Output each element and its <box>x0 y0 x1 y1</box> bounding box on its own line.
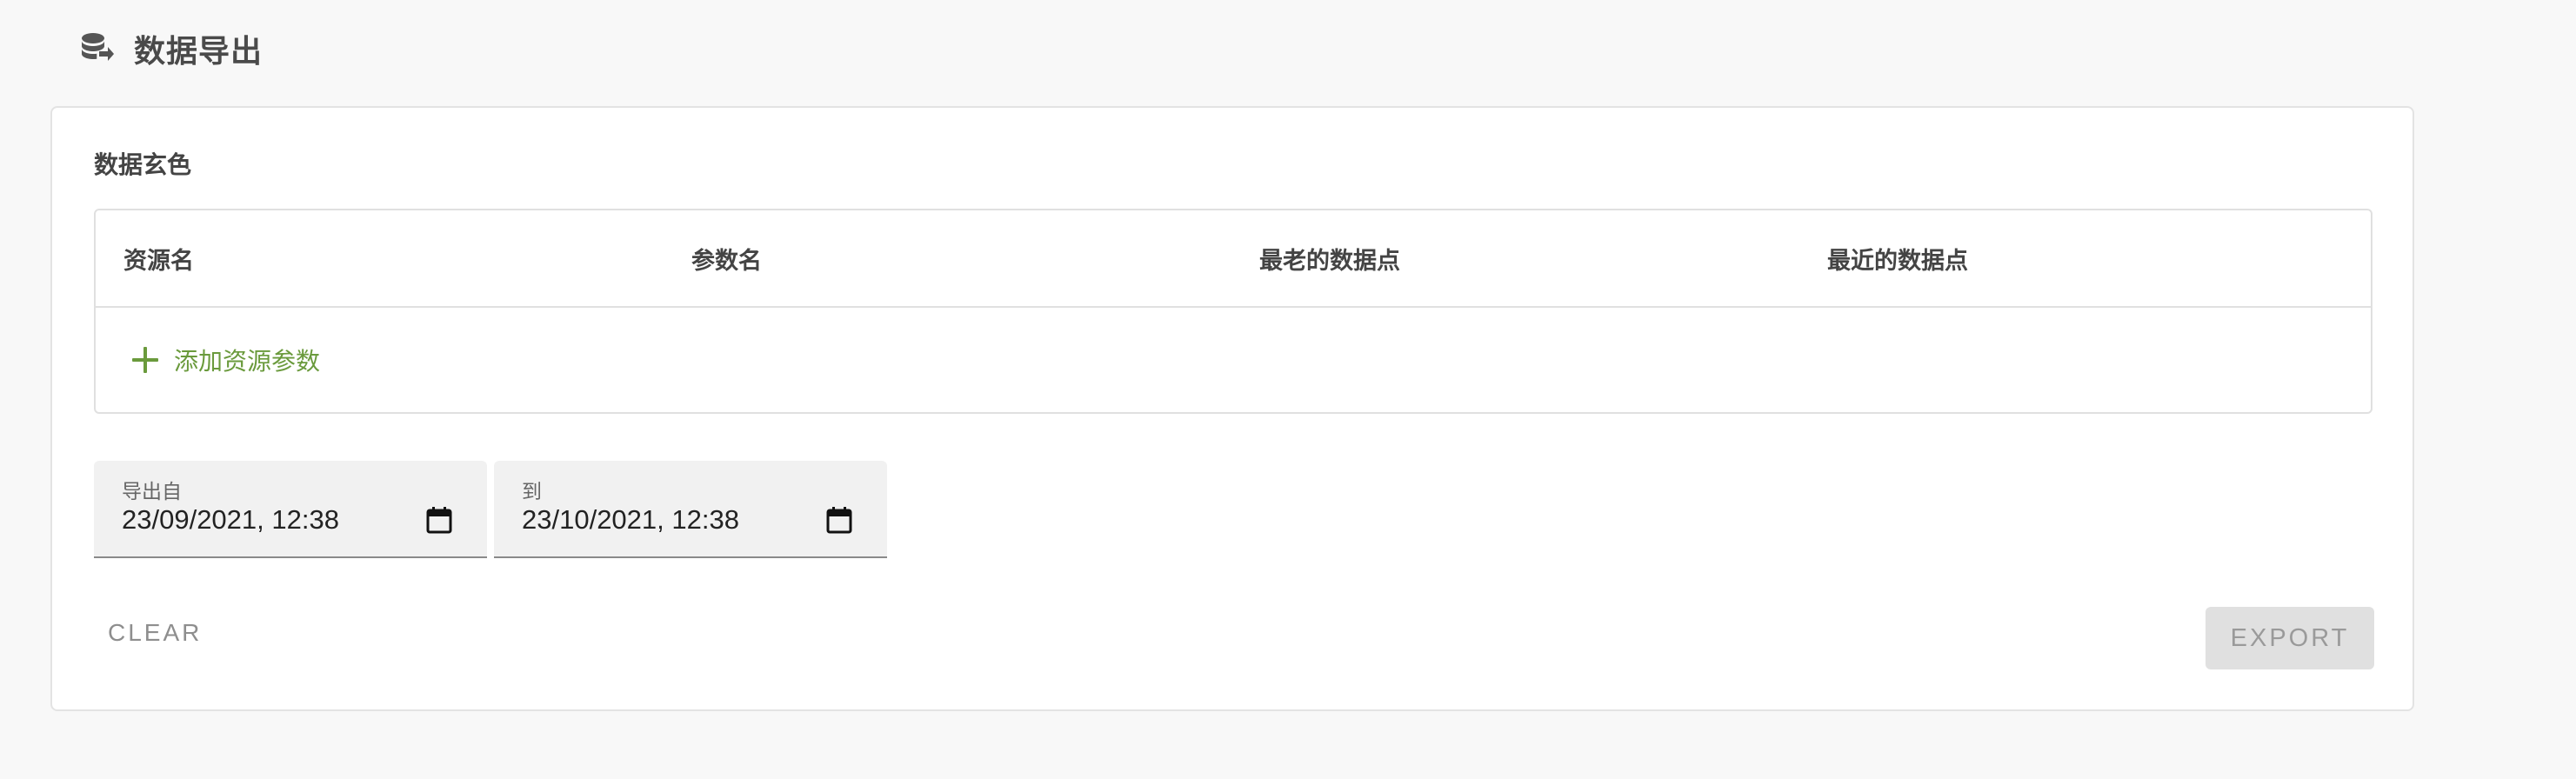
add-resource-parameter-button[interactable]: 添加资源参数 <box>130 343 320 377</box>
column-header-latest-datapoint: 最近的数据点 <box>1827 247 1968 275</box>
page-header: 数据导出 <box>78 24 263 73</box>
plus-icon <box>130 345 160 375</box>
calendar-icon[interactable] <box>426 506 452 534</box>
export-card: 数据玄色 资源名 参数名 最老的数据点 最近的数据点 添加资源参数 导出自 23… <box>50 106 2414 711</box>
export-to-value[interactable]: 23/10/2021, 12:38 <box>522 504 739 536</box>
resource-parameter-table: 资源名 参数名 最老的数据点 最近的数据点 添加资源参数 <box>94 209 2372 414</box>
export-button[interactable]: EXPORT <box>2206 607 2374 669</box>
export-from-value[interactable]: 23/09/2021, 12:38 <box>122 504 339 536</box>
export-from-field[interactable]: 导出自 23/09/2021, 12:38 <box>94 461 487 558</box>
export-to-label: 到 <box>522 481 542 503</box>
column-header-oldest-datapoint: 最老的数据点 <box>1259 247 1400 275</box>
export-from-label: 导出自 <box>122 481 182 503</box>
page-title: 数据导出 <box>134 34 264 70</box>
table-body: 添加资源参数 <box>96 308 2371 412</box>
column-header-resource-name: 资源名 <box>123 247 194 275</box>
section-title: 数据玄色 <box>94 150 192 179</box>
database-export-icon <box>78 30 115 67</box>
export-to-field[interactable]: 到 23/10/2021, 12:38 <box>494 461 887 558</box>
clear-button[interactable]: CLEAR <box>94 609 216 657</box>
calendar-icon[interactable] <box>826 506 852 534</box>
add-resource-parameter-label: 添加资源参数 <box>174 347 321 376</box>
table-header: 资源名 参数名 最老的数据点 最近的数据点 <box>96 210 2371 308</box>
column-header-parameter-name: 参数名 <box>691 247 762 275</box>
